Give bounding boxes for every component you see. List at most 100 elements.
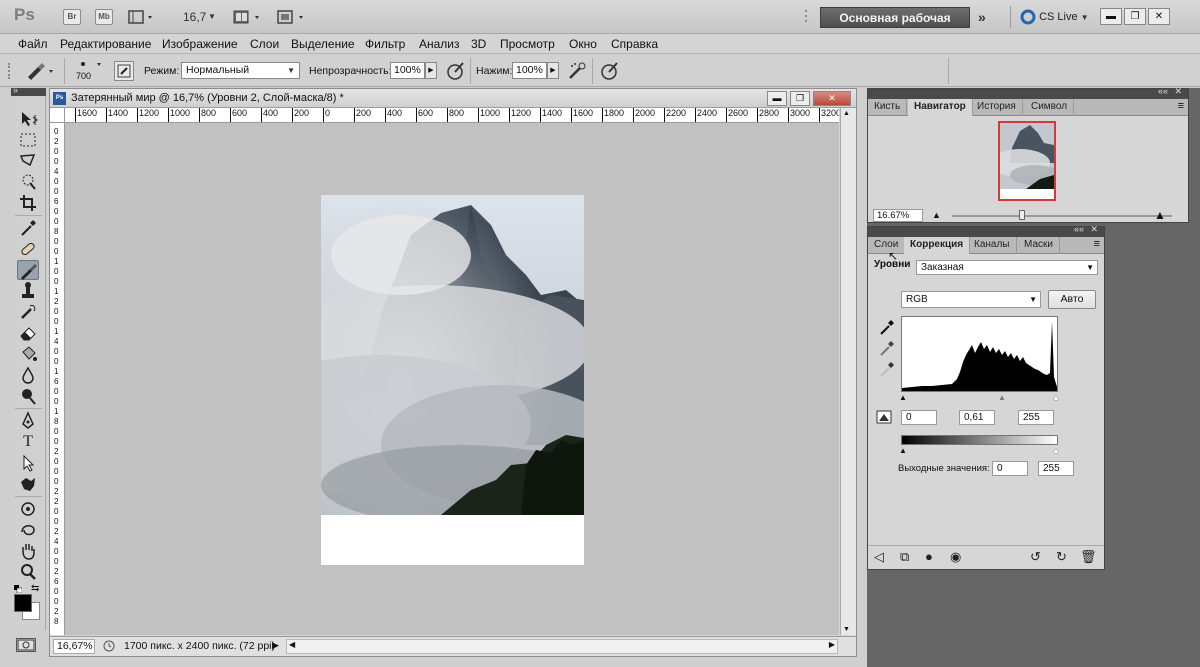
path-selection-tool[interactable] [17, 453, 39, 473]
output-white-field[interactable]: 255 [1038, 461, 1074, 476]
status-info-icon[interactable] [102, 639, 116, 653]
status-menu-icon[interactable]: ▶ [272, 640, 279, 651]
brush-tool[interactable] [17, 260, 39, 280]
flow-input[interactable]: 100% [512, 62, 547, 79]
canvas-area[interactable] [65, 123, 839, 635]
3d-rotate-tool[interactable] [17, 499, 39, 519]
horizontal-scrollbar[interactable]: ◀ ▶ [286, 639, 838, 654]
menu-3d[interactable]: 3D [471, 37, 486, 51]
output-black-slider[interactable]: ▲ [899, 446, 907, 455]
input-white-field[interactable]: 255 [1018, 410, 1054, 425]
arrange-documents-button[interactable] [233, 9, 265, 25]
screen-mode-button[interactable] [277, 9, 309, 25]
navigator-zoom-slider[interactable] [952, 215, 1172, 217]
quick-selection-tool[interactable] [17, 172, 39, 192]
extras-dropdown[interactable] [128, 9, 158, 25]
white-point-eyedropper[interactable] [878, 361, 896, 379]
zoom-level-field[interactable]: 16,7 [183, 10, 206, 24]
document-titlebar[interactable]: Ps Затерянный мир @ 16,7% (Уровни 2, Сло… [50, 89, 856, 108]
opacity-input[interactable]: 100% [390, 62, 425, 79]
paint-bucket-tool[interactable] [17, 344, 39, 364]
type-tool[interactable]: T [17, 432, 39, 452]
eyedropper-tool[interactable] [17, 218, 39, 238]
reset-icon[interactable]: ↻ [1056, 549, 1067, 565]
collapse-icon[interactable]: «« [1074, 224, 1084, 234]
menu-window[interactable]: Окно [569, 37, 597, 51]
eraser-tool[interactable] [17, 323, 39, 343]
input-black-field[interactable]: 0 [901, 410, 937, 425]
minimize-button[interactable]: ▬ [1100, 8, 1122, 25]
tab-history[interactable]: История [971, 99, 1023, 116]
menu-view[interactable]: Просмотр [500, 37, 555, 51]
status-zoom-field[interactable]: 16,67% [53, 639, 95, 654]
navigator-zoom-field[interactable]: 16.67% [873, 209, 923, 222]
horizontal-ruler[interactable]: 1600 1400 1200 1000 800 600 400 200 0 200 400 600 80… [65, 108, 839, 123]
clone-stamp-tool[interactable] [17, 281, 39, 301]
tablet-opacity-button[interactable] [444, 60, 466, 82]
move-tool[interactable] [17, 109, 39, 129]
close-button[interactable]: ✕ [1148, 8, 1170, 25]
tab-adjustments[interactable]: Коррекция [904, 237, 971, 254]
scroll-left-icon[interactable]: ◀ [289, 640, 295, 649]
scroll-down-icon[interactable]: ▼ [843, 626, 850, 633]
tab-masks[interactable]: Маски [1018, 237, 1060, 254]
input-white-slider[interactable]: ▲ [1052, 393, 1060, 402]
menu-analysis[interactable]: Анализ [419, 37, 460, 51]
default-colors-button[interactable] [14, 584, 23, 594]
scroll-up-icon[interactable]: ▲ [843, 110, 850, 117]
menu-help[interactable]: Справка [611, 37, 658, 51]
tools-panel-header[interactable]: » [11, 85, 46, 96]
blend-mode-select[interactable]: Нормальный ▼ [181, 62, 300, 79]
menu-edit[interactable]: Редактирование [60, 37, 151, 51]
menu-file[interactable]: Файл [18, 37, 48, 51]
crop-tool[interactable] [17, 193, 39, 213]
3d-orbit-tool[interactable] [17, 520, 39, 540]
panel-menu-icon[interactable]: ≡ [1094, 238, 1100, 250]
more-workspaces-icon[interactable]: » [978, 9, 986, 25]
visibility-eye-icon[interactable]: ◉ [950, 549, 961, 565]
menu-image[interactable]: Изображение [162, 37, 238, 51]
input-black-slider[interactable]: ▲ [899, 393, 907, 402]
opacity-slider-button[interactable]: ▶ [425, 62, 437, 79]
history-brush-tool[interactable] [17, 302, 39, 322]
panel-close-icon[interactable]: ✕ [1174, 86, 1182, 97]
quick-mask-button[interactable] [16, 638, 36, 652]
marquee-tool[interactable] [17, 130, 39, 150]
document-canvas[interactable] [231, 195, 621, 565]
swap-colors-icon[interactable]: ⇆ [31, 583, 39, 594]
hand-tool[interactable] [17, 541, 39, 561]
black-point-eyedropper[interactable] [878, 319, 896, 337]
auto-button[interactable]: Авто [1048, 290, 1096, 309]
flow-slider-button[interactable]: ▶ [547, 62, 559, 79]
custom-shape-tool[interactable] [17, 474, 39, 494]
previous-state-icon[interactable]: ↺ [1030, 549, 1041, 565]
brush-panel-toggle[interactable] [114, 61, 134, 81]
foreground-color-swatch[interactable] [14, 594, 32, 612]
collapse-icon[interactable]: «« [1158, 86, 1168, 96]
panel-menu-icon[interactable]: ≡ [1178, 100, 1184, 112]
mini-bridge-button[interactable]: Mb [95, 9, 113, 25]
workspace-switcher[interactable]: Основная рабочая среда [820, 7, 970, 46]
tab-brush[interactable]: Кисть [868, 99, 908, 116]
tab-layers[interactable]: Слои [868, 237, 906, 254]
panel-header[interactable]: «« ✕ [868, 86, 1188, 99]
clip-to-layer-icon[interactable]: ● [925, 549, 933, 564]
ruler-origin[interactable] [50, 108, 65, 123]
dodge-tool[interactable] [17, 386, 39, 406]
lasso-tool[interactable] [17, 151, 39, 171]
gray-point-eyedropper[interactable] [878, 340, 896, 358]
trash-icon[interactable]: 🗑 [1080, 549, 1097, 565]
output-black-field[interactable]: 0 [992, 461, 1028, 476]
panel-header[interactable]: «« ✕ [868, 224, 1104, 237]
zoom-out-icon[interactable]: ▲ [932, 210, 941, 220]
doc-maximize-button[interactable]: ❐ [790, 91, 810, 106]
tab-navigator[interactable]: Навигатор [908, 99, 973, 116]
tablet-size-button[interactable] [598, 60, 620, 82]
vertical-scrollbar[interactable]: ▲ ▼ [840, 108, 856, 635]
clip-warning-toggle[interactable] [876, 408, 894, 426]
tab-channels[interactable]: Каналы [968, 237, 1017, 254]
panel-close-icon[interactable]: ✕ [1090, 224, 1098, 235]
healing-brush-tool[interactable] [17, 239, 39, 259]
navigator-slider-thumb[interactable] [1019, 210, 1025, 220]
maximize-button[interactable]: ❐ [1124, 8, 1146, 25]
